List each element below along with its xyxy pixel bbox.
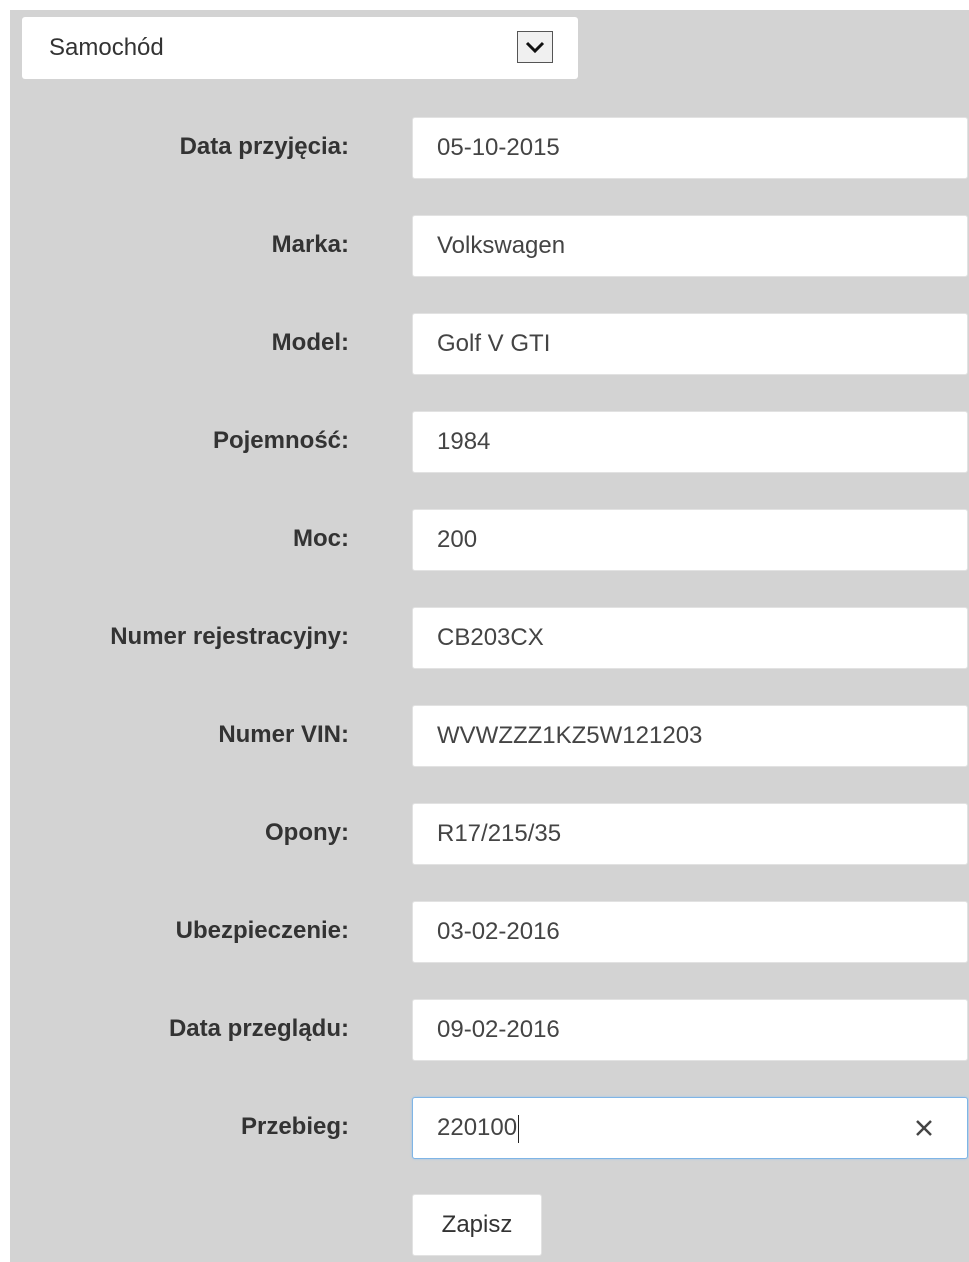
field-value: 09-02-2016 xyxy=(437,1016,560,1043)
close-icon[interactable] xyxy=(911,1115,937,1141)
vehicle-type-select[interactable]: Samochód xyxy=(22,17,578,79)
field-value: Volkswagen xyxy=(437,232,566,259)
field-ubezpieczenie[interactable]: 03-02-2016 xyxy=(412,901,968,963)
save-button[interactable]: Zapisz xyxy=(412,1194,542,1256)
field-przebieg[interactable]: 220100 xyxy=(412,1097,968,1159)
chevron-down-icon[interactable] xyxy=(517,31,553,63)
label-pojemnosc: Pojemność: xyxy=(212,427,349,454)
field-value: 03-02-2016 xyxy=(437,918,560,945)
label-model: Model: xyxy=(271,329,349,356)
text-caret xyxy=(518,1114,520,1143)
field-value: 200 xyxy=(437,526,478,553)
field-opony[interactable]: R17/215/35 xyxy=(412,803,968,865)
label-numer-rejestracyjny: Numer rejestracyjny: xyxy=(110,623,349,650)
field-pojemnosc[interactable]: 1984 xyxy=(412,411,968,473)
field-numer-vin[interactable]: WVWZZZ1KZ5W121203 xyxy=(412,705,968,767)
field-data-przyjecia[interactable]: 05-10-2015 xyxy=(412,117,968,179)
field-data-przegladu[interactable]: 09-02-2016 xyxy=(412,999,968,1061)
label-opony: Opony: xyxy=(265,819,349,846)
field-marka[interactable]: Volkswagen xyxy=(412,215,968,277)
field-value: R17/215/35 xyxy=(437,820,562,847)
field-value: WVWZZZ1KZ5W121203 xyxy=(437,722,703,749)
field-numer-rejestracyjny[interactable]: CB203CX xyxy=(412,607,968,669)
vehicle-type-value: Samochód xyxy=(49,34,164,61)
field-model[interactable]: Golf V GTI xyxy=(412,313,968,375)
label-numer-vin: Numer VIN: xyxy=(218,721,349,748)
field-moc[interactable]: 200 xyxy=(412,509,968,571)
field-value: CB203CX xyxy=(437,624,544,651)
field-value: Golf V GTI xyxy=(437,330,551,357)
label-przebieg: Przebieg: xyxy=(240,1113,349,1140)
label-data-przegladu: Data przeglądu: xyxy=(168,1015,349,1042)
field-value: 1984 xyxy=(437,428,491,455)
label-data-przyjecia: Data przyjęcia: xyxy=(179,133,349,160)
label-moc: Moc: xyxy=(293,525,349,552)
label-marka: Marka: xyxy=(271,231,349,258)
field-value: 05-10-2015 xyxy=(437,134,560,161)
field-value: 220100 xyxy=(437,1114,518,1141)
label-ubezpieczenie: Ubezpieczenie: xyxy=(175,917,349,944)
